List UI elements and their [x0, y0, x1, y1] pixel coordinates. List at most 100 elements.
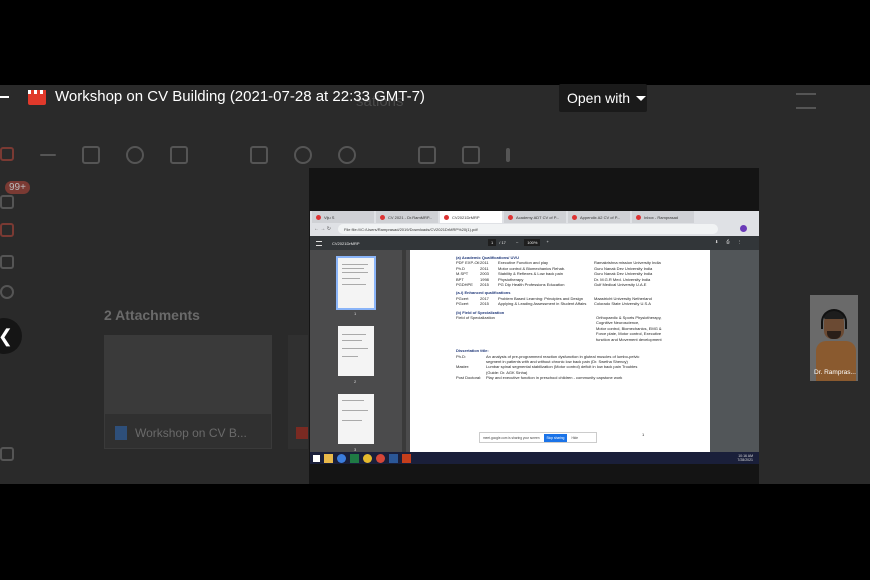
browser-tab[interactable]: CV 2021 - Dr.RamMRP...: [376, 211, 438, 223]
windows-start-icon[interactable]: [313, 454, 320, 462]
compose-icon[interactable]: [0, 147, 14, 161]
dissertation-table: Ph.D: An analysis of pre-programmed react…: [456, 354, 700, 381]
page-indicator: 1 / 17: [488, 239, 506, 246]
table-cell: Ph.D:: [456, 353, 467, 359]
apps-icon[interactable]: [0, 447, 14, 461]
back-arrow-icon[interactable]: [40, 154, 56, 156]
word-icon[interactable]: [389, 453, 398, 463]
enhanced-table: PGcert 2017 Problem Based Learning: Princi…: [456, 296, 700, 307]
browser-tab-active[interactable]: CV2021DrMRP: [440, 211, 502, 223]
open-with-label: Open with: [567, 90, 631, 106]
table-cell: 2015: [480, 282, 489, 288]
browser-nav-icons[interactable]: ← → ↻: [314, 226, 334, 232]
table-cell: Master:: [456, 364, 470, 370]
more-icon[interactable]: ⋮: [738, 239, 742, 244]
thumbnail-scrollbar[interactable]: [402, 250, 406, 464]
filter-settings-icon: [796, 93, 816, 109]
snooze-icon[interactable]: [294, 146, 312, 164]
hide-button[interactable]: Hide: [571, 436, 578, 440]
browser-tab[interactable]: Inbox - Ramprasad: [632, 211, 694, 223]
file-explorer-icon[interactable]: [324, 453, 333, 463]
table-cell: Applying & Leading Assessment in Student…: [498, 301, 587, 307]
add-task-icon[interactable]: [338, 146, 356, 164]
print-icon[interactable]: ⎙: [726, 239, 729, 244]
system-clock: 10:16 AM 7/28/2021: [737, 454, 753, 462]
spec-line: Force plate, Motor control, Executive: [596, 331, 662, 337]
table-cell: Post Doctoral:: [456, 375, 482, 381]
thumbnail-panel: 1 2 3: [310, 250, 410, 464]
spec-line: function and Movement development: [596, 336, 662, 342]
zoom-in-icon[interactable]: +: [546, 239, 548, 246]
browser-tabs: Viju S CV 2021 - Dr.RamMRP... CV2021DrMR…: [310, 211, 759, 223]
powerpoint-icon[interactable]: [402, 453, 411, 463]
mark-unread-icon[interactable]: [250, 146, 268, 164]
table-cell: An analysis of pre-programmed reaction d…: [486, 353, 640, 364]
page-thumbnail[interactable]: [336, 256, 376, 310]
shared-screen: Viju S CV 2021 - Dr.RamMRP... CV2021DrMR…: [309, 168, 759, 484]
more-options-icon[interactable]: [506, 148, 510, 162]
chevron-left-icon: ❮: [0, 326, 13, 347]
pdf-scroll-area[interactable]: [716, 250, 759, 464]
archive-icon[interactable]: [82, 146, 100, 164]
page-thumbnail[interactable]: [338, 394, 374, 444]
browser-tab[interactable]: Viju S: [312, 211, 374, 223]
page-thumbnail[interactable]: [338, 326, 374, 376]
address-bar[interactable]: File file:///C:/Users/Ramprasad/2019/Dow…: [338, 224, 718, 234]
browser-tab[interactable]: Appendix A2 CV of P...: [568, 211, 630, 223]
move-to-icon[interactable]: [418, 146, 436, 164]
pdf-menu-icon[interactable]: [316, 240, 322, 246]
video-clapper-icon: [28, 90, 46, 105]
page-current[interactable]: 1: [488, 239, 497, 246]
zoom-out-icon[interactable]: –: [516, 239, 518, 246]
headset-icon: [821, 309, 847, 329]
unread-badge: 99+: [5, 181, 30, 194]
menu-icon[interactable]: [0, 96, 9, 98]
inbox-icon[interactable]: [0, 195, 14, 209]
zoom-value[interactable]: 100%: [524, 239, 541, 246]
share-message: meet.google.com is sharing your screen: [483, 435, 540, 440]
clock-date: 7/28/2021: [737, 458, 753, 462]
table-row: PGcert 2015 Applying & Leading Assessment …: [456, 301, 700, 306]
doc-icon: [115, 426, 127, 440]
snoozed-icon[interactable]: [0, 223, 14, 237]
table-cell: PG Dip Health Professions Education: [498, 282, 565, 288]
table-cell: PGDHPE: [456, 282, 473, 288]
spec-lines: Orthopaedic & Sports Physiotherapy, Cogni…: [596, 315, 662, 342]
caret-down-icon: [636, 95, 647, 101]
page-number: 1: [642, 432, 645, 437]
table-cell: 2015: [480, 301, 489, 307]
recording-viewer: sations 99+ 2 Attachments Workshop on CV…: [0, 0, 870, 580]
table-row: PGDHPE 2015 PG Dip Health Professions Educ…: [456, 282, 700, 287]
sharing-bar: meet.google.com is sharing your screen S…: [479, 432, 597, 443]
pdf-actions: ⬇ ⎙ ⋮: [715, 239, 742, 244]
download-icon[interactable]: ⬇: [715, 239, 718, 244]
stop-sharing-button[interactable]: Stop sharing: [543, 433, 568, 442]
chrome-alt-icon[interactable]: [376, 453, 385, 463]
attachment-name: Workshop on CV B...: [135, 426, 247, 440]
video-file-icon: [296, 427, 308, 439]
table-cell: PGcert: [456, 301, 469, 307]
thumb-number: 1: [354, 311, 357, 316]
table-cell: Play and executive function in preschool…: [486, 375, 623, 381]
open-with-button[interactable]: Open with: [559, 84, 647, 112]
edge-icon[interactable]: [337, 453, 346, 463]
table-cell: Gulf Medical University U.A.E: [594, 282, 647, 288]
participant-tile[interactable]: Dr. Rampras...: [810, 295, 858, 381]
label-icon[interactable]: [462, 146, 480, 164]
clock-icon[interactable]: [0, 285, 14, 299]
table-cell: Colorado State University U.S.A: [594, 301, 651, 307]
browser-tab[interactable]: Academy ADT CV of P...: [504, 211, 566, 223]
zoom-controls: – 100% +: [516, 239, 549, 246]
table-row: Post Doctoral: Play and executive functio…: [456, 375, 700, 380]
pdf-toolbar: CV2021DrMRP 1 / 17 – 100% + ⬇ ⎙ ⋮: [310, 236, 759, 250]
table-row: Master: Lumbar spinal segmental stabiliza…: [456, 364, 700, 375]
excel-icon[interactable]: [350, 453, 359, 463]
attachment-card[interactable]: Workshop on CV B...: [104, 335, 272, 449]
report-spam-icon[interactable]: [126, 146, 144, 164]
profile-avatar[interactable]: [740, 225, 747, 232]
delete-icon[interactable]: [170, 146, 188, 164]
attachment-card-2[interactable]: [288, 335, 308, 449]
chrome-icon[interactable]: [363, 453, 372, 463]
starred-icon[interactable]: [0, 255, 14, 269]
academic-table: PDF EXP-Oil 2011 Executive Function and pl…: [456, 260, 700, 287]
